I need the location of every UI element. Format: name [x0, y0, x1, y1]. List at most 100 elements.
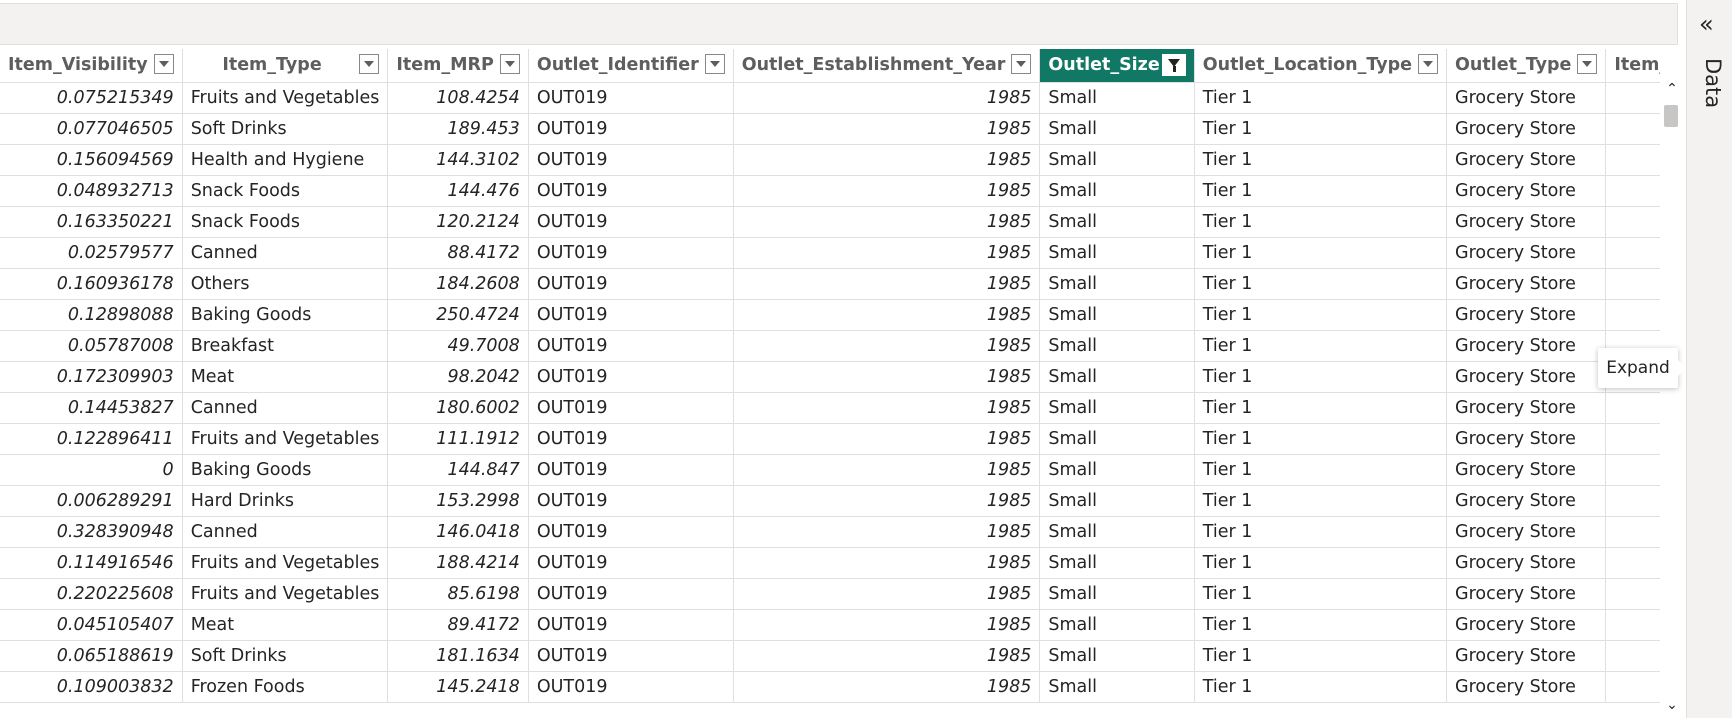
column-header-item-type[interactable]: Item_Type: [182, 49, 389, 83]
table-row[interactable]: 0 Baking Goods 144.847 OUT019 1985 Small Tier …: [0, 454, 1660, 486]
table-cell[interactable]: 1985: [733, 206, 1041, 238]
table-cell[interactable]: Tier 1: [1194, 485, 1448, 517]
table-cell[interactable]: Tier 1: [1194, 609, 1448, 641]
table-cell[interactable]: 0.006289291: [0, 485, 183, 517]
table-cell[interactable]: 1985: [733, 485, 1041, 517]
column-header-outlet-size[interactable]: Outlet_Size: [1039, 49, 1195, 83]
table-cell[interactable]: Small: [1039, 237, 1195, 269]
table-cell[interactable]: Tier 1: [1194, 82, 1448, 114]
table-cell[interactable]: 0.05787008: [0, 330, 183, 362]
table-cell[interactable]: Tier 1: [1194, 206, 1448, 238]
table-cell[interactable]: Snack Foods: [182, 206, 389, 238]
table-cell[interactable]: 1985: [733, 175, 1041, 207]
table-cell[interactable]: OUT019: [528, 392, 734, 424]
table-cell[interactable]: OUT019: [528, 268, 734, 300]
table-cell[interactable]: 1985: [733, 609, 1041, 641]
dropdown-icon[interactable]: [1011, 54, 1032, 74]
table-cell[interactable]: 1985: [733, 671, 1041, 703]
table-cell[interactable]: 88.4172: [387, 237, 529, 269]
table-cell[interactable]: $474.0496: [1605, 206, 1660, 238]
table-row[interactable]: 0.006289291 Hard Drinks 153.2998 OUT019 1985…: [0, 485, 1660, 517]
table-cell[interactable]: Grocery Store: [1446, 237, 1607, 269]
table-cell[interactable]: Small: [1039, 609, 1195, 641]
table-cell[interactable]: Tier 1: [1194, 299, 1448, 331]
table-cell[interactable]: 1985: [733, 268, 1041, 300]
table-row[interactable]: 0.109003832 Frozen Foods 145.2418 OUT019 198…: [0, 671, 1660, 703]
table-row[interactable]: 0.05787008 Breakfast 49.7008 OUT019 1985 Smal…: [0, 330, 1660, 362]
scroll-thumb[interactable]: [1664, 105, 1678, 127]
table-cell[interactable]: Tier 1: [1194, 516, 1448, 548]
table-cell[interactable]: $89.2172: [1605, 237, 1660, 269]
data-pane-title[interactable]: Data: [1695, 58, 1725, 118]
dropdown-icon[interactable]: [153, 54, 174, 74]
table-cell[interactable]: Small: [1039, 671, 1195, 703]
table-cell[interactable]: Tier 1: [1194, 547, 1448, 579]
table-cell[interactable]: Small: [1039, 175, 1195, 207]
table-cell[interactable]: Tier 1: [1194, 175, 1448, 207]
table-cell[interactable]: Small: [1039, 640, 1195, 672]
table-cell[interactable]: OUT019: [528, 175, 734, 207]
column-header-outlet-establishment-year[interactable]: Outlet_Establishment_Year: [733, 49, 1041, 83]
column-header-item-outlet-sales[interactable]: Item_Outlet_Sales: [1605, 49, 1660, 83]
table-cell[interactable]: Tier 1: [1194, 671, 1448, 703]
table-cell[interactable]: 0.077046505: [0, 113, 183, 145]
formula-bar[interactable]: [0, 3, 1678, 45]
table-cell[interactable]: Grocery Store: [1446, 113, 1607, 145]
column-header-outlet-identifier[interactable]: Outlet_Identifier: [528, 49, 734, 83]
table-cell[interactable]: 0.075215349: [0, 82, 183, 114]
table-cell[interactable]: Soft Drinks: [182, 640, 389, 672]
table-cell[interactable]: 0.12898088: [0, 299, 183, 331]
table-cell[interactable]: OUT019: [528, 361, 734, 393]
table-cell[interactable]: 0.048932713: [0, 175, 183, 207]
table-cell[interactable]: Meat: [182, 609, 389, 641]
table-cell[interactable]: Small: [1039, 330, 1195, 362]
table-cell[interactable]: OUT019: [528, 640, 734, 672]
table-cell[interactable]: OUT019: [528, 113, 734, 145]
table-cell[interactable]: 1985: [733, 516, 1041, 548]
table-cell[interactable]: 0.14453827: [0, 392, 183, 424]
table-cell[interactable]: 49.7008: [387, 330, 529, 362]
table-cell[interactable]: Grocery Store: [1446, 640, 1607, 672]
table-cell[interactable]: Fruits and Vegetables: [182, 578, 389, 610]
table-row[interactable]: 0.160936178 Others 184.2608 OUT019 1985 Small…: [0, 268, 1660, 300]
table-cell[interactable]: 1985: [733, 578, 1041, 610]
table-cell[interactable]: Canned: [182, 392, 389, 424]
data-grid[interactable]: Item_Visibility Item_Type Item_MRP Outlet_I…: [0, 49, 1660, 718]
table-cell[interactable]: Tier 1: [1194, 578, 1448, 610]
table-cell[interactable]: Snack Foods: [182, 175, 389, 207]
table-cell[interactable]: OUT019: [528, 299, 734, 331]
table-cell[interactable]: Small: [1039, 268, 1195, 300]
dropdown-icon[interactable]: [359, 54, 380, 74]
table-row[interactable]: 0.114916546 Fruits and Vegetables 188.4214…: [0, 547, 1660, 579]
table-cell[interactable]: Small: [1039, 547, 1195, 579]
table-cell[interactable]: Tier 1: [1194, 268, 1448, 300]
table-cell[interactable]: Small: [1039, 454, 1195, 486]
table-cell[interactable]: 1985: [733, 361, 1041, 393]
table-cell[interactable]: 1985: [733, 237, 1041, 269]
table-cell[interactable]: 153.2998: [387, 485, 529, 517]
table-cell[interactable]: Grocery Store: [1446, 82, 1607, 114]
table-cell[interactable]: Small: [1039, 113, 1195, 145]
table-cell[interactable]: $218.3824: [1605, 423, 1660, 455]
table-cell[interactable]: 180.6002: [387, 392, 529, 424]
table-cell[interactable]: Grocery Store: [1446, 175, 1607, 207]
table-cell[interactable]: 0.156094569: [0, 144, 183, 176]
table-cell[interactable]: 120.2124: [387, 206, 529, 238]
table-cell[interactable]: Small: [1039, 206, 1195, 238]
table-cell[interactable]: Small: [1039, 392, 1195, 424]
dropdown-icon[interactable]: [704, 54, 725, 74]
table-cell[interactable]: 0.045105407: [0, 609, 183, 641]
table-cell[interactable]: $181.7634: [1605, 640, 1660, 672]
table-row[interactable]: 0.156094569 Health and Hygiene 144.3102 OUT…: [0, 144, 1660, 176]
column-header-outlet-location-type[interactable]: Outlet_Location_Type: [1194, 49, 1448, 83]
table-cell[interactable]: Canned: [182, 237, 389, 269]
table-cell[interactable]: Grocery Store: [1446, 392, 1607, 424]
table-cell[interactable]: 0.109003832: [0, 671, 183, 703]
dropdown-icon[interactable]: [1577, 54, 1598, 74]
table-cell[interactable]: 0.220225608: [0, 578, 183, 610]
table-cell[interactable]: 0.163350221: [0, 206, 183, 238]
table-cell[interactable]: Canned: [182, 516, 389, 548]
table-cell[interactable]: 189.453: [387, 113, 529, 145]
table-cell[interactable]: Grocery Store: [1446, 609, 1607, 641]
table-row[interactable]: 0.077046505 Soft Drinks 189.453 OUT019 1985 S…: [0, 113, 1660, 145]
